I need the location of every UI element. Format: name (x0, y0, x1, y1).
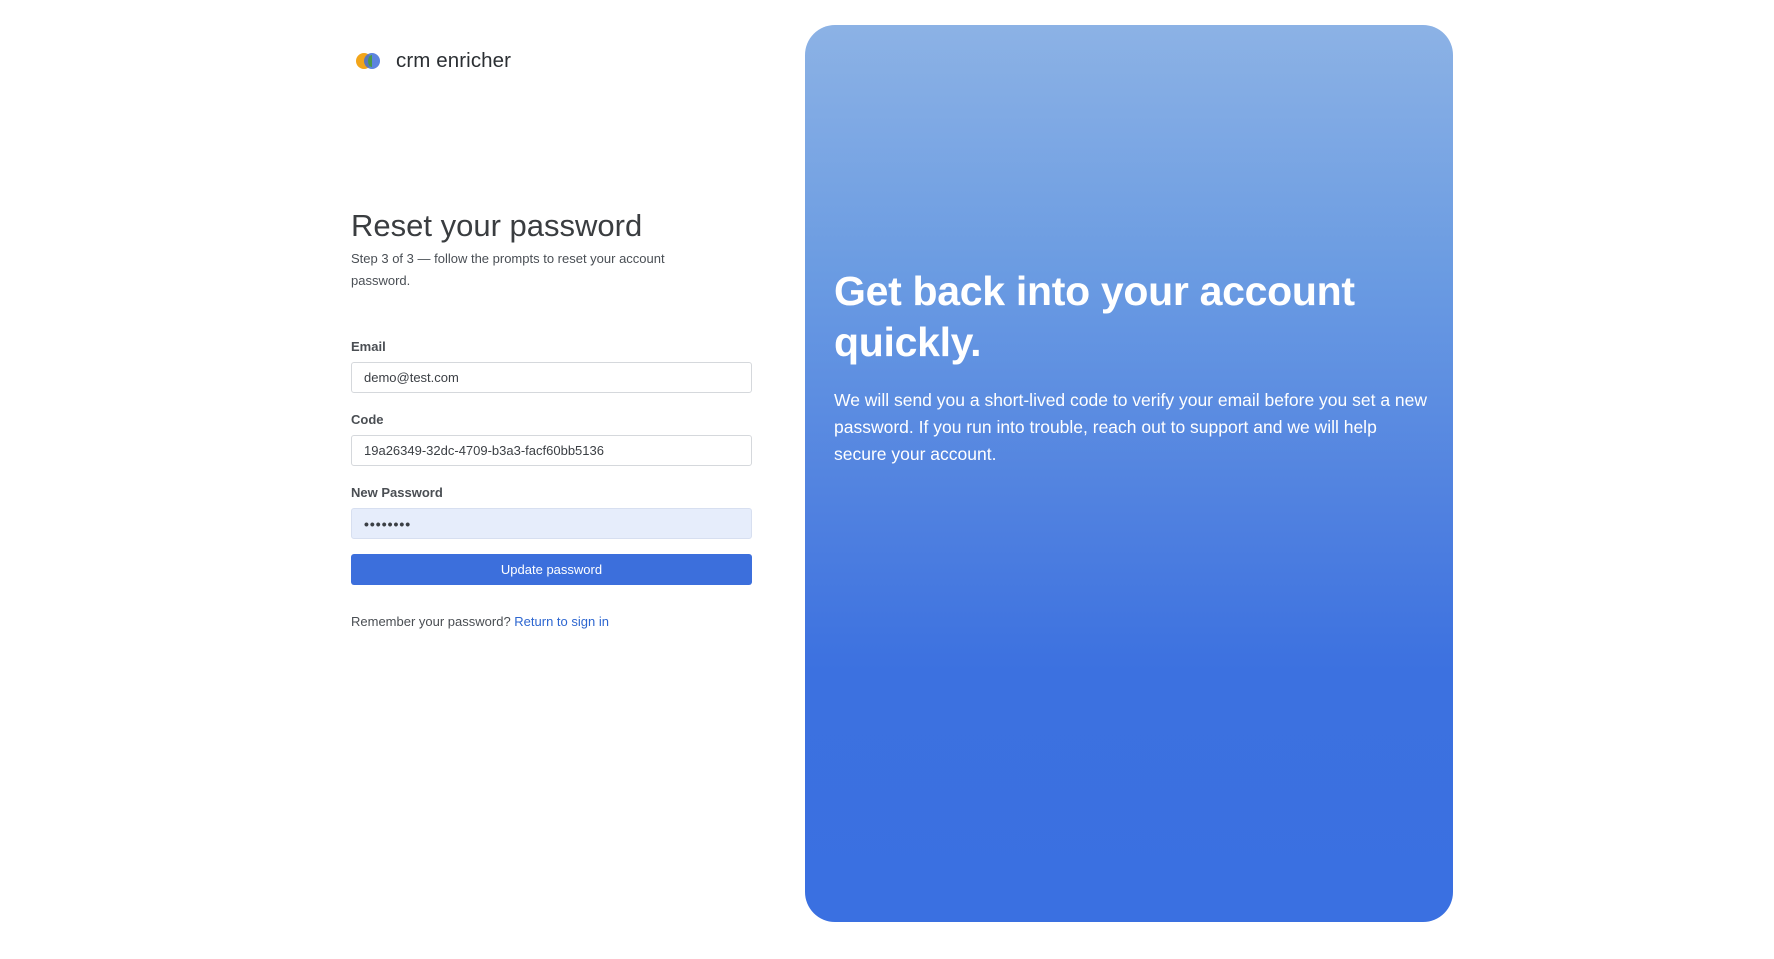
new-password-masked-value: •••••••• (364, 515, 412, 532)
return-to-sign-in-link[interactable]: Return to sign in (514, 614, 609, 629)
email-label: Email (351, 339, 386, 354)
page-title: Reset your password (351, 208, 643, 243)
brand[interactable]: crm enricher (356, 49, 511, 73)
code-field[interactable]: 19a26349-32dc-4709-b3a3-facf60bb5136 (351, 435, 752, 466)
sign-in-prompt: Remember your password? Return to sign i… (351, 614, 752, 629)
new-password-group: New Password •••••••• (351, 485, 752, 539)
code-value: 19a26349-32dc-4709-b3a3-facf60bb5136 (364, 443, 604, 458)
hero-panel: Get back into your account quickly. We w… (805, 25, 1453, 922)
email-group: Email demo@test.com (351, 339, 752, 393)
crm-enricher-logo-icon (356, 52, 382, 70)
new-password-label: New Password (351, 485, 443, 500)
step-subtitle: Step 3 of 3 — follow the prompts to rese… (351, 251, 665, 288)
hero-body: We will send you a short-lived code to v… (834, 390, 1428, 464)
email-value: demo@test.com (364, 370, 459, 385)
new-password-field[interactable]: •••••••• (351, 508, 752, 539)
reset-password-form: Reset your password Step 3 of 3 — follow… (351, 206, 752, 629)
code-group: Code 19a26349-32dc-4709-b3a3-facf60bb513… (351, 412, 752, 466)
brand-name: crm enricher (396, 49, 512, 72)
code-label: Code (351, 412, 384, 427)
email-field[interactable]: demo@test.com (351, 362, 752, 393)
sign-in-prompt-text: Remember your password? (351, 614, 515, 629)
hero-heading: Get back into your account quickly. (834, 268, 1355, 365)
update-password-button[interactable]: Update password (351, 554, 752, 585)
reset-password-page: crm enricher Reset your password Step 3 … (0, 0, 1774, 959)
